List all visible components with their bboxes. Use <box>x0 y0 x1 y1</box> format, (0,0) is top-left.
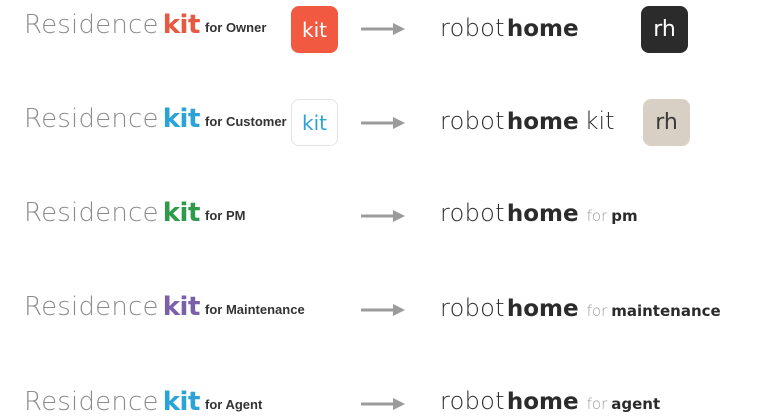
residence-word: Residence <box>24 104 159 134</box>
home-word: home <box>506 201 579 227</box>
residence-kit-wordmark: Residence kit <box>24 294 200 320</box>
kit-customer-app-icon: kit <box>291 99 338 146</box>
for-word: for <box>586 395 608 413</box>
residence-kit-wordmark: Residence kit <box>24 200 200 226</box>
home-word: home <box>506 109 579 135</box>
robothome-pm-wordmark: robothome for pm <box>440 201 638 226</box>
arrow-right-icon <box>361 23 405 35</box>
home-word: home <box>506 16 579 42</box>
residence-kit-wordmark: Residence kit <box>24 106 200 132</box>
robot-word: robot <box>440 294 505 322</box>
robot-word: robot <box>440 199 505 227</box>
robot-word: robot <box>440 387 505 415</box>
role-word: maintenance <box>611 302 721 320</box>
robothome-maintenance-wordmark: robothome for maintenance <box>440 296 721 321</box>
kit-mark: kit <box>162 292 201 322</box>
audience-label: for Owner <box>205 20 267 35</box>
for-word: for <box>586 207 608 225</box>
audience-label: for Maintenance <box>205 302 305 317</box>
arrow-right-icon <box>361 210 405 222</box>
kit-owner-app-icon: kit <box>291 6 338 53</box>
residence-word: Residence <box>24 10 159 40</box>
rh-dark-app-icon: rh <box>641 6 688 53</box>
home-word: home <box>506 389 579 415</box>
kit-mark: kit <box>162 198 201 228</box>
residence-kit-wordmark: Residence kit <box>24 12 200 38</box>
home-word: home <box>506 296 579 322</box>
robot-word: robot <box>440 14 505 42</box>
robothome-agent-wordmark: robothome for agent <box>440 389 660 414</box>
kit-mark: kit <box>162 387 201 417</box>
role-word: agent <box>611 395 661 413</box>
role-word: pm <box>611 207 638 225</box>
rh-beige-app-icon: rh <box>643 99 690 146</box>
kit-mark: kit <box>162 104 201 134</box>
residence-word: Residence <box>24 198 159 228</box>
arrow-right-icon <box>361 304 405 316</box>
audience-label: for Agent <box>205 397 263 412</box>
audience-label: for Customer <box>205 114 287 129</box>
robothome-wordmark: robothome <box>440 16 579 41</box>
robot-word: robot <box>440 107 505 135</box>
robothome-kit-wordmark: robothome kit <box>440 109 615 134</box>
kit-suffix: kit <box>584 107 615 135</box>
for-word: for <box>586 302 608 320</box>
arrow-right-icon <box>361 117 405 129</box>
residence-word: Residence <box>24 387 159 417</box>
audience-label: for PM <box>205 208 246 223</box>
kit-mark: kit <box>162 10 201 40</box>
residence-kit-wordmark: Residence kit <box>24 389 200 415</box>
arrow-right-icon <box>361 398 405 410</box>
residence-word: Residence <box>24 292 159 322</box>
